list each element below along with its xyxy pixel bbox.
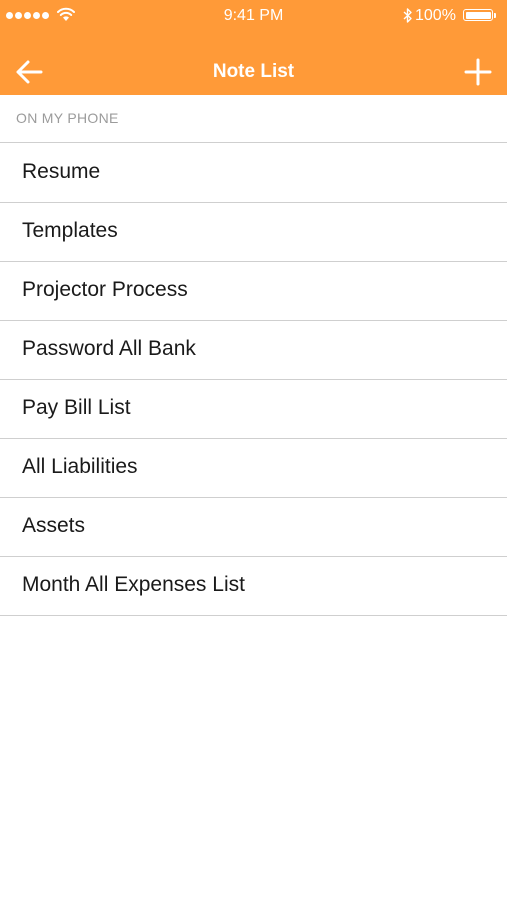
list-item[interactable]: Projector Process bbox=[0, 262, 507, 321]
section-header: ON MY PHONE bbox=[0, 95, 507, 143]
list-item[interactable]: All Liabilities bbox=[0, 439, 507, 498]
page-title: Note List bbox=[212, 61, 295, 82]
list-item[interactable]: Pay Bill List bbox=[0, 380, 507, 439]
list-item-label: Password All Bank bbox=[22, 337, 196, 360]
plus-icon bbox=[464, 58, 492, 86]
list-item-label: Month All Expenses List bbox=[22, 573, 245, 596]
list-item-label: All Liabilities bbox=[22, 455, 138, 478]
battery-percentage: 100% bbox=[415, 7, 456, 24]
list-item[interactable]: Templates bbox=[0, 203, 507, 262]
section-header-label: ON MY PHONE bbox=[16, 110, 119, 126]
list-item[interactable]: Password All Bank bbox=[0, 321, 507, 380]
note-list: Resume Templates Projector Process Passw… bbox=[0, 144, 507, 616]
status-bar: 9:41 PM 100% bbox=[0, 0, 507, 32]
list-item-label: Assets bbox=[22, 514, 86, 537]
list-item-label: Resume bbox=[22, 160, 101, 183]
battery-icon bbox=[463, 9, 496, 21]
list-item[interactable]: Assets bbox=[0, 498, 507, 557]
list-item-label: Templates bbox=[22, 219, 118, 242]
nav-header: 9:41 PM 100% Note List bbox=[0, 0, 507, 95]
list-item[interactable]: Resume bbox=[0, 144, 507, 203]
list-item-label: Projector Process bbox=[22, 278, 188, 301]
bluetooth-icon bbox=[403, 8, 412, 23]
add-note-button[interactable] bbox=[460, 54, 496, 90]
list-item[interactable]: Month All Expenses List bbox=[0, 557, 507, 616]
list-item-label: Pay Bill List bbox=[22, 396, 131, 419]
